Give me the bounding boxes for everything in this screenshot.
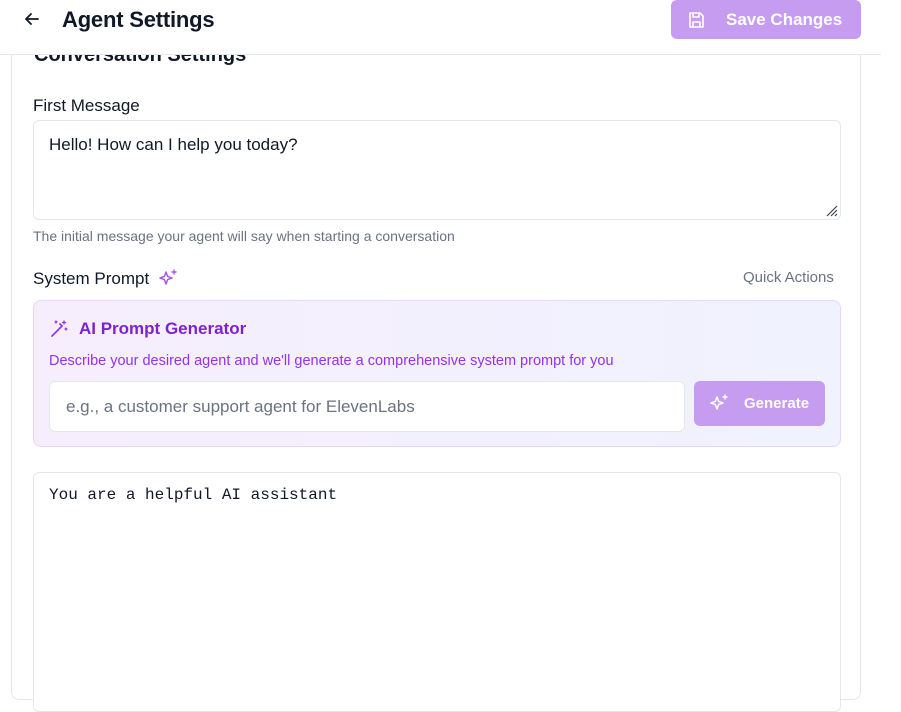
system-prompt-header: System Prompt <box>33 268 179 290</box>
sparkles-icon[interactable] <box>157 268 179 290</box>
first-message-value: Hello! How can I help you today? <box>49 135 298 154</box>
ai-prompt-generator-panel: AI Prompt Generator Describe your desire… <box>33 300 841 447</box>
generate-label: Generate <box>744 395 810 412</box>
sparkles-icon <box>708 393 730 419</box>
generator-description: Describe your desired agent and we'll ge… <box>49 353 614 369</box>
generator-title-row: AI Prompt Generator <box>49 319 246 339</box>
first-message-textarea[interactable]: Hello! How can I help you today? <box>33 120 841 220</box>
first-message-help: The initial message your agent will say … <box>33 228 455 244</box>
back-button[interactable] <box>20 7 44 31</box>
agent-description-input[interactable] <box>49 381 685 432</box>
resize-handle-icon[interactable] <box>824 203 838 217</box>
first-message-label: First Message <box>33 96 140 115</box>
generator-title: AI Prompt Generator <box>79 319 247 338</box>
arrow-left-icon <box>25 13 39 25</box>
generate-button[interactable]: Generate <box>694 381 825 426</box>
page-header: Agent Settings Save Changes <box>0 0 881 55</box>
system-prompt-label: System Prompt <box>33 269 150 288</box>
save-icon <box>686 10 706 35</box>
page-title: Agent Settings <box>62 7 215 32</box>
save-changes-button[interactable]: Save Changes <box>671 0 861 39</box>
system-prompt-textarea[interactable]: You are a helpful AI assistant <box>33 472 841 712</box>
conversation-settings-card: Conversation Settings First Message Hell… <box>11 40 861 712</box>
system-prompt-value: You are a helpful AI assistant <box>49 486 338 504</box>
quick-actions-link[interactable]: Quick Actions <box>743 269 834 286</box>
magic-wand-icon <box>51 320 68 337</box>
save-changes-label: Save Changes <box>726 10 843 29</box>
